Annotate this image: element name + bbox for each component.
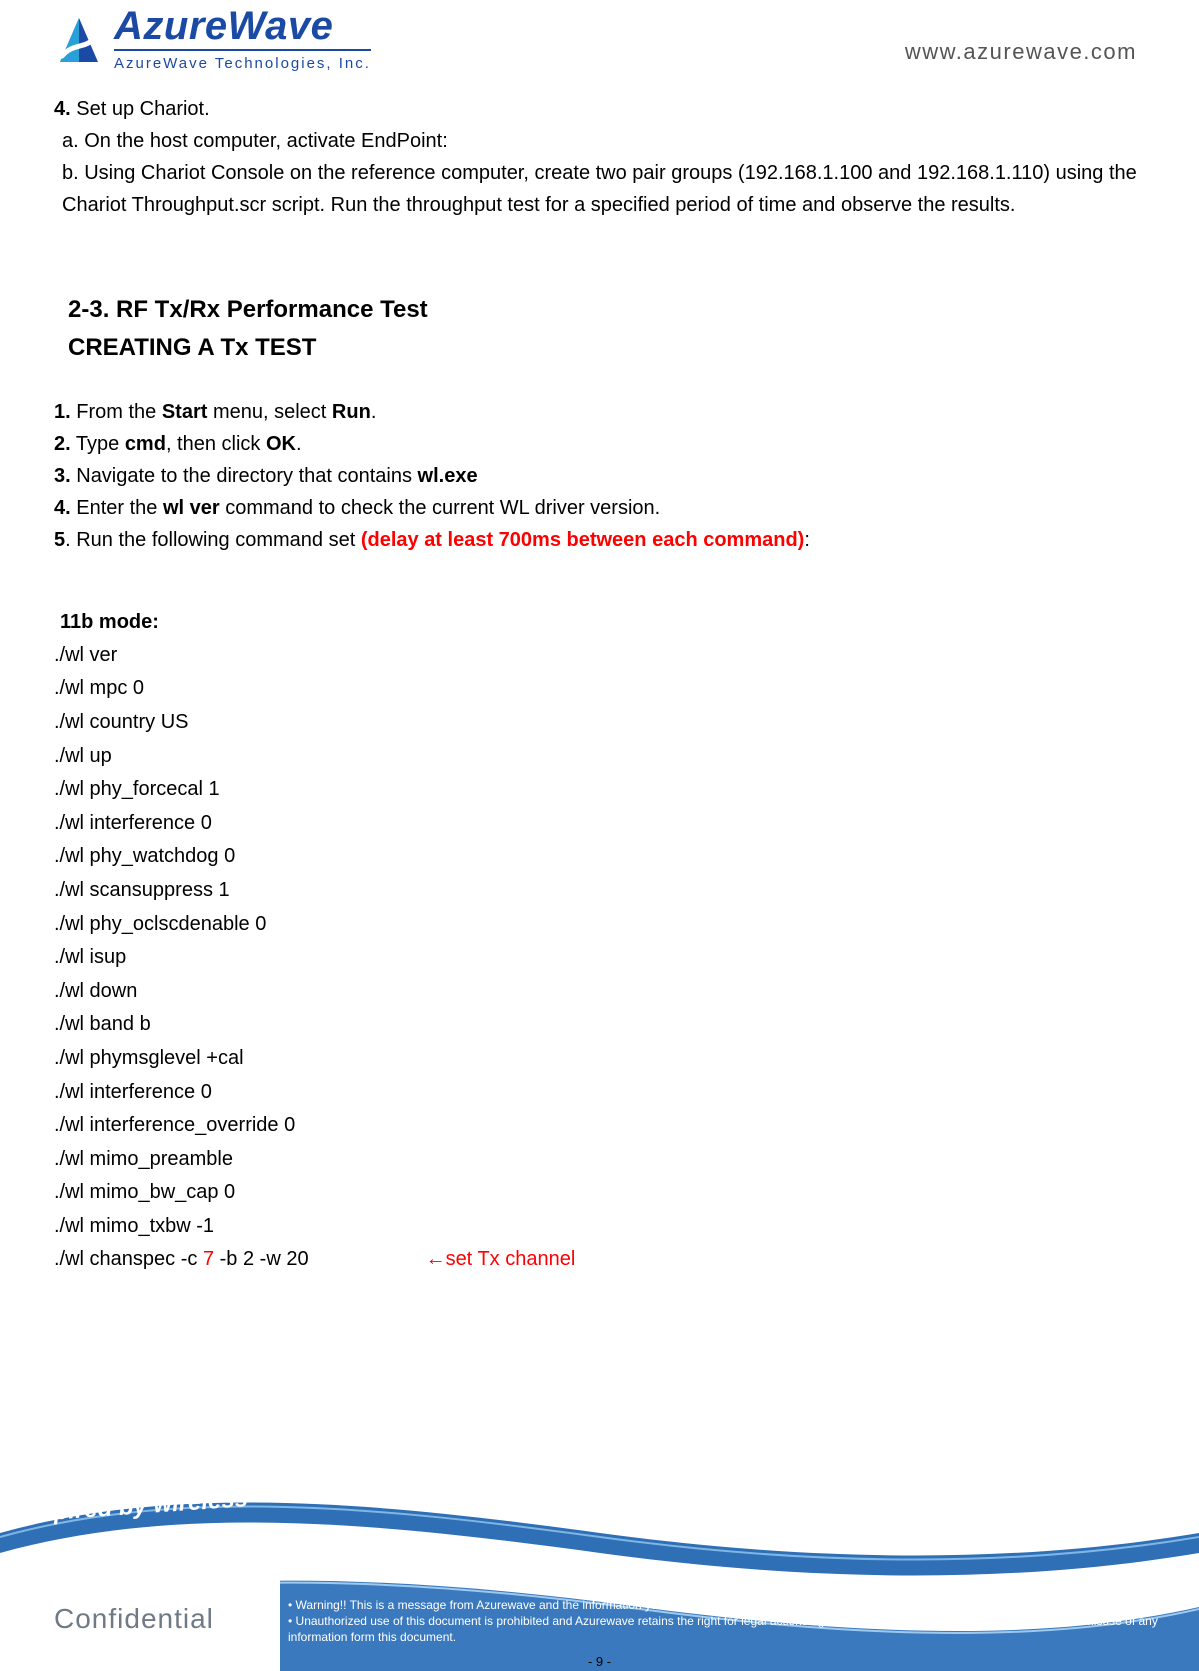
cmd-line: ./wl country US [54,707,1145,739]
page-footer: Inspired by wireless Confidential Warnin… [0,1493,1199,1671]
tx-step-5-post: : [804,529,810,551]
footer-warning-1: Warning!! This is a message from Azurewa… [288,1597,1179,1613]
tx-step-4: 4. Enter the wl ver command to check the… [54,492,1145,524]
tx-step-1: 1. From the Start menu, select Run. [54,396,1145,428]
step-4-text: Set up Chariot. [71,98,210,120]
chanspec-note: ←set Tx channel [426,1244,576,1276]
tx-step-2-num: 2. [54,433,71,455]
chanspec-post: -b 2 -w 20 [214,1248,308,1270]
tx-step-2-b1: cmd [125,433,166,455]
chanspec-note-text: set Tx channel [446,1248,576,1270]
tx-step-2: 2. Type cmd, then click OK. [54,428,1145,460]
cmd-line: ./wl down [54,976,1145,1008]
step-4: 4. Set up Chariot. [54,93,1145,125]
tx-step-5-warn: (delay at least 700ms between each comma… [361,529,805,551]
tx-test-steps: 1. From the Start menu, select Run. 2. T… [54,396,1145,556]
mode-11b-commands: ./wl ver ./wl mpc 0 ./wl country US ./wl… [54,640,1145,1278]
tx-step-3-pre: Navigate to the directory that contains [71,465,418,487]
tx-step-5-pre: . Run the following command set [65,529,361,551]
document-body: 4. Set up Chariot. a. On the host comput… [0,71,1199,1278]
tx-step-4-num: 4. [54,497,71,519]
cmd-line: ./wl isup [54,942,1145,974]
tx-step-2-post: . [296,433,302,455]
footer-wave-bottom: Confidential Warning!! This is a message… [0,1577,1199,1671]
logo-block: AzureWave AzureWave Technologies, Inc. [56,6,371,71]
tx-step-1-pre: From the [71,401,162,423]
brand-tagline: AzureWave Technologies, Inc. [114,56,371,71]
cmd-line: ./wl mpc 0 [54,673,1145,705]
cmd-line: ./wl interference_override 0 [54,1110,1145,1142]
tx-step-3: 3. Navigate to the directory that contai… [54,460,1145,492]
step-4b-text: b. Using Chariot Console on the referenc… [54,162,1137,216]
cmd-line: ./wl ver [54,640,1145,672]
header-url: www.azurewave.com [905,39,1145,71]
cmd-line: ./wl mimo_txbw -1 [54,1211,1145,1243]
cmd-line: ./wl interference 0 [54,808,1145,840]
mode-11b-label: 11b mode: [60,606,1145,638]
cmd-line: ./wl interference 0 [54,1077,1145,1109]
tx-step-2-mid: , then click [166,433,266,455]
cmd-line: ./wl scansuppress 1 [54,875,1145,907]
section-2-3-heading: 2-3. RF Tx/Rx Performance Test [68,291,1145,329]
tx-step-2-pre: Type [71,433,125,455]
chanspec-pre: ./wl chanspec -c [54,1248,203,1270]
brand-name: AzureWave [114,6,371,46]
cmd-chanspec: ./wl chanspec -c 7 -b 2 -w 20 ←set Tx ch… [54,1244,1145,1276]
step-4-num: 4. [54,98,71,120]
tx-step-4-b1: wl ver [163,497,220,519]
logo-text: AzureWave AzureWave Technologies, Inc. [114,6,371,71]
cmd-line: ./wl mimo_preamble [54,1144,1145,1176]
cmd-line: ./wl phymsglevel +cal [54,1043,1145,1075]
tx-step-2-b2: OK [266,433,296,455]
tx-step-3-num: 3. [54,465,71,487]
tx-step-5: 5. Run the following command set (delay … [54,524,1145,556]
azurewave-logo-icon [56,12,102,66]
footer-confidential: Confidential [54,1603,214,1635]
left-arrow-icon: ← [426,1248,446,1270]
tx-step-5-num: 5 [54,529,65,551]
tx-step-4-post: command to check the current WL driver v… [220,497,661,519]
cmd-line: ./wl phy_watchdog 0 [54,841,1145,873]
tx-step-1-b1: Start [162,401,208,423]
tx-step-1-num: 1. [54,401,71,423]
cmd-line: ./wl phy_oclscdenable 0 [54,909,1145,941]
page-number: - 9 - [0,1654,1199,1669]
footer-wave-top: Inspired by wireless [0,1493,1199,1577]
cmd-line: ./wl up [54,741,1145,773]
page-header: AzureWave AzureWave Technologies, Inc. w… [0,0,1199,71]
cmd-line: ./wl band b [54,1009,1145,1041]
step-4b: b. Using Chariot Console on the referenc… [54,157,1145,221]
cmd-line: ./wl phy_forcecal 1 [54,774,1145,806]
footer-warning-2: Unauthorized use of this document is pro… [288,1613,1179,1645]
tx-step-1-b2: Run [332,401,371,423]
footer-warnings: Warning!! This is a message from Azurewa… [288,1597,1179,1646]
tx-step-1-mid: menu, select [207,401,332,423]
step-4a: a. On the host computer, activate EndPoi… [54,125,1145,157]
tx-step-3-b1: wl.exe [418,465,478,487]
tx-step-4-pre: Enter the [71,497,163,519]
section-2-3-subheading: CREATING A Tx TEST [68,329,1145,367]
chanspec-channel: 7 [203,1248,214,1270]
cmd-line: ./wl mimo_bw_cap 0 [54,1177,1145,1209]
tx-step-1-post: . [371,401,377,423]
